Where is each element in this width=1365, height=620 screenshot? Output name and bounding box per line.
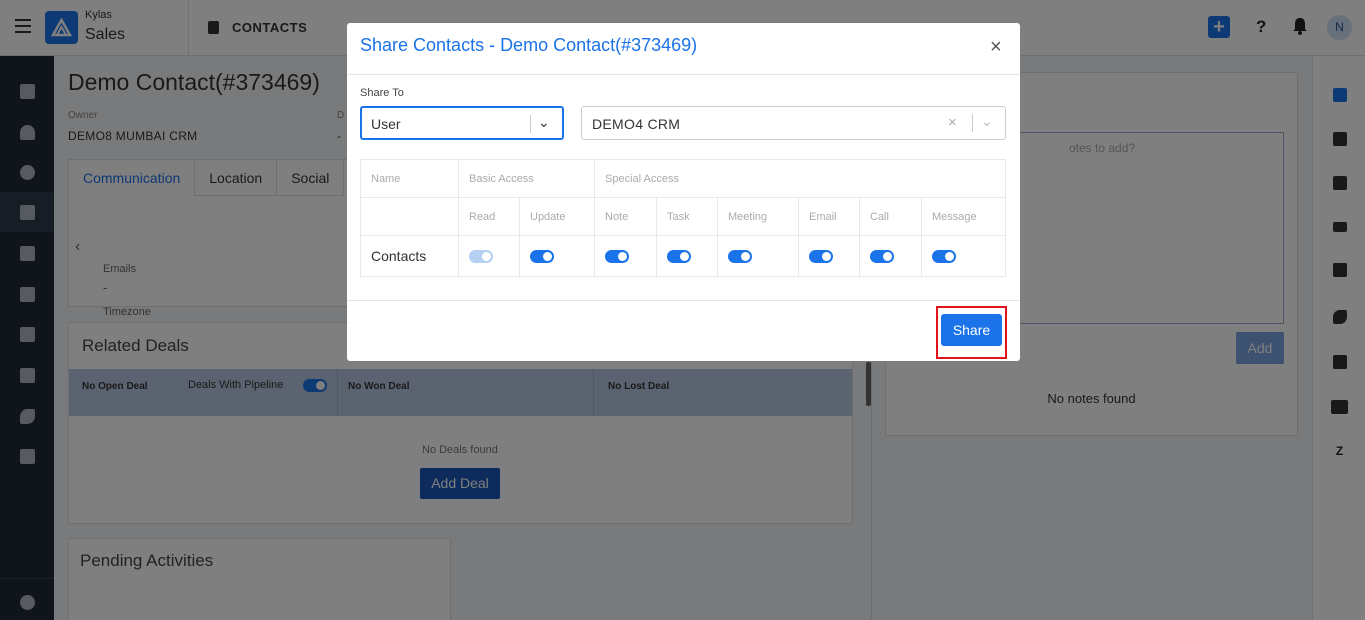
header-special-access: Special Access xyxy=(594,159,1006,198)
table-subheader-row: Read Update Note Task Meeting Email Call… xyxy=(360,197,1006,236)
row-label: Contacts xyxy=(360,235,459,277)
header-note: Note xyxy=(594,197,657,236)
header-meeting: Meeting xyxy=(717,197,799,236)
header-email: Email xyxy=(798,197,860,236)
read-toggle[interactable] xyxy=(469,249,493,263)
chevron-down-icon[interactable]: ⌄ xyxy=(538,114,550,131)
message-toggle[interactable] xyxy=(932,249,956,263)
share-user-select[interactable]: DEMO4 CRM × ⌄ xyxy=(581,106,1006,140)
clear-icon[interactable]: × xyxy=(948,114,957,131)
call-toggle[interactable] xyxy=(870,249,894,263)
share-type-select[interactable]: User ⌄ xyxy=(360,106,564,140)
task-toggle[interactable] xyxy=(667,249,691,263)
header-basic-access: Basic Access xyxy=(458,159,595,198)
header-task: Task xyxy=(656,197,718,236)
modal-footer-divider xyxy=(347,300,1020,301)
update-toggle[interactable] xyxy=(530,249,554,263)
chevron-down-icon[interactable]: ⌄ xyxy=(981,113,993,130)
share-to-label: Share To xyxy=(360,87,404,99)
header-update: Update xyxy=(519,197,595,236)
modal-header: Share Contacts - Demo Contact(#373469) × xyxy=(347,23,1020,75)
meeting-toggle[interactable] xyxy=(728,249,752,263)
email-toggle[interactable] xyxy=(809,249,833,263)
header-name: Name xyxy=(360,159,459,198)
table-header-row: Name Basic Access Special Access xyxy=(360,159,1006,198)
note-toggle[interactable] xyxy=(605,249,629,263)
share-button[interactable]: Share xyxy=(941,314,1002,346)
modal-title: Share Contacts - Demo Contact(#373469) xyxy=(360,35,698,55)
share-user-value: DEMO4 CRM xyxy=(592,116,681,132)
share-modal: Share Contacts - Demo Contact(#373469) ×… xyxy=(347,23,1020,361)
header-read: Read xyxy=(458,197,520,236)
share-type-value: User xyxy=(371,116,401,132)
header-message: Message xyxy=(921,197,1006,236)
table-row: Contacts xyxy=(360,235,1006,277)
permissions-table: Name Basic Access Special Access Read Up… xyxy=(360,159,1006,277)
close-icon[interactable]: × xyxy=(990,37,1002,57)
header-call: Call xyxy=(859,197,922,236)
